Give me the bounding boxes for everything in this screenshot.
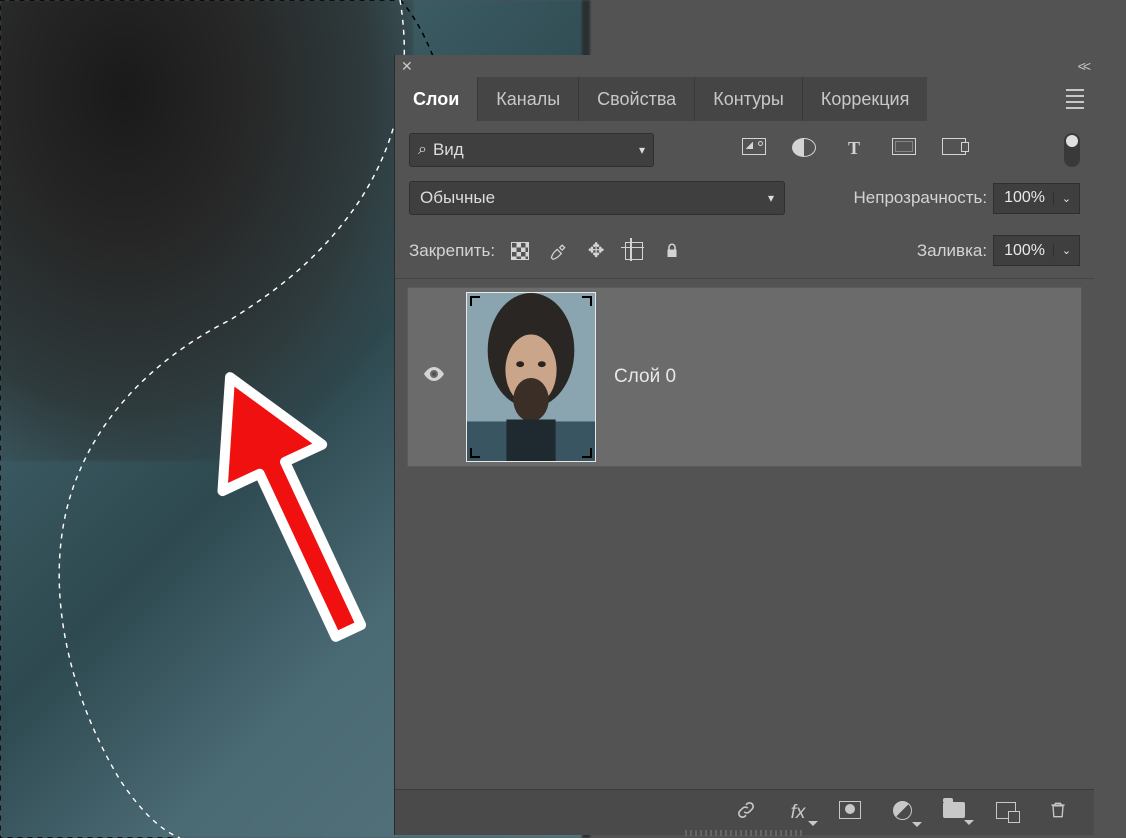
panel-menu-icon[interactable]	[1054, 77, 1084, 121]
layer-list: Слой 0	[395, 279, 1094, 467]
blend-mode-select[interactable]: Обычные ▾	[409, 181, 785, 215]
layers-panel: ✕ << Слои Каналы Свойства Контуры Коррек…	[394, 55, 1094, 835]
filter-text-icon[interactable]: T	[842, 138, 866, 162]
tab-adjustments[interactable]: Коррекция	[803, 77, 928, 121]
layer-thumbnail[interactable]	[466, 292, 596, 462]
fill-value: 100%	[1004, 242, 1045, 260]
lock-pixels-icon[interactable]	[547, 240, 569, 262]
opacity-value: 100%	[1004, 189, 1045, 207]
filter-type-select[interactable]: ⌕ Вид ▾	[409, 133, 654, 167]
opacity-label: Непрозрачность:	[854, 188, 988, 208]
fill-label: Заливка:	[917, 241, 987, 261]
tab-properties[interactable]: Свойства	[579, 77, 695, 121]
filter-type-label: Вид	[433, 140, 633, 160]
layer-actions-bar: fx	[395, 789, 1094, 835]
blend-mode-value: Обычные	[420, 188, 768, 208]
lock-artboard-icon[interactable]	[623, 240, 645, 262]
opacity-input[interactable]: 100% ⌄	[993, 183, 1080, 214]
tab-layers[interactable]: Слои	[395, 77, 478, 121]
link-layers-icon[interactable]	[734, 799, 758, 826]
filter-icons: T	[742, 138, 966, 162]
close-icon[interactable]: ✕	[401, 58, 413, 75]
new-layer-icon[interactable]	[994, 802, 1018, 824]
opacity-block: Непрозрачность: 100% ⌄	[854, 183, 1080, 214]
filter-adjust-icon[interactable]	[792, 138, 816, 162]
new-adjustment-icon[interactable]	[890, 801, 914, 825]
lock-row: Закрепить: ✥ Заливка: 100% ⌄	[395, 227, 1094, 279]
delete-layer-icon[interactable]	[1046, 800, 1070, 826]
resize-grip[interactable]	[685, 830, 805, 836]
chevron-down-icon: ⌄	[1053, 244, 1073, 257]
filter-shape-icon[interactable]	[892, 138, 916, 162]
add-mask-icon[interactable]	[838, 801, 862, 824]
lock-transparency-icon[interactable]	[509, 240, 531, 262]
visibility-icon[interactable]	[420, 362, 448, 392]
filter-toggle[interactable]	[1064, 133, 1080, 167]
filter-smartobject-icon[interactable]	[942, 138, 966, 162]
tab-paths[interactable]: Контуры	[695, 77, 803, 121]
blend-row: Обычные ▾ Непрозрачность: 100% ⌄	[395, 179, 1094, 227]
layer-name[interactable]: Слой 0	[614, 366, 676, 388]
layer-effects-icon[interactable]: fx	[786, 802, 810, 824]
lock-all-icon[interactable]	[661, 240, 683, 262]
chevron-down-icon: ⌄	[1053, 192, 1073, 205]
panel-header: ✕ <<	[395, 55, 1094, 77]
filter-pixel-icon[interactable]	[742, 138, 766, 162]
search-icon: ⌕	[418, 141, 427, 159]
chevron-down-icon: ▾	[768, 191, 774, 205]
tab-channels[interactable]: Каналы	[478, 77, 579, 121]
new-group-icon[interactable]	[942, 802, 966, 823]
lock-position-icon[interactable]: ✥	[585, 240, 607, 262]
fill-block: Заливка: 100% ⌄	[917, 235, 1080, 266]
lock-label: Закрепить:	[409, 241, 495, 261]
fill-input[interactable]: 100% ⌄	[993, 235, 1080, 266]
lock-icons: ✥	[509, 240, 683, 262]
chevron-down-icon: ▾	[639, 143, 645, 157]
layer-row[interactable]: Слой 0	[407, 287, 1082, 467]
filter-row: ⌕ Вид ▾ T	[395, 121, 1094, 179]
tab-bar: Слои Каналы Свойства Контуры Коррекция	[395, 77, 1094, 121]
collapse-icon[interactable]: <<	[1078, 58, 1088, 74]
